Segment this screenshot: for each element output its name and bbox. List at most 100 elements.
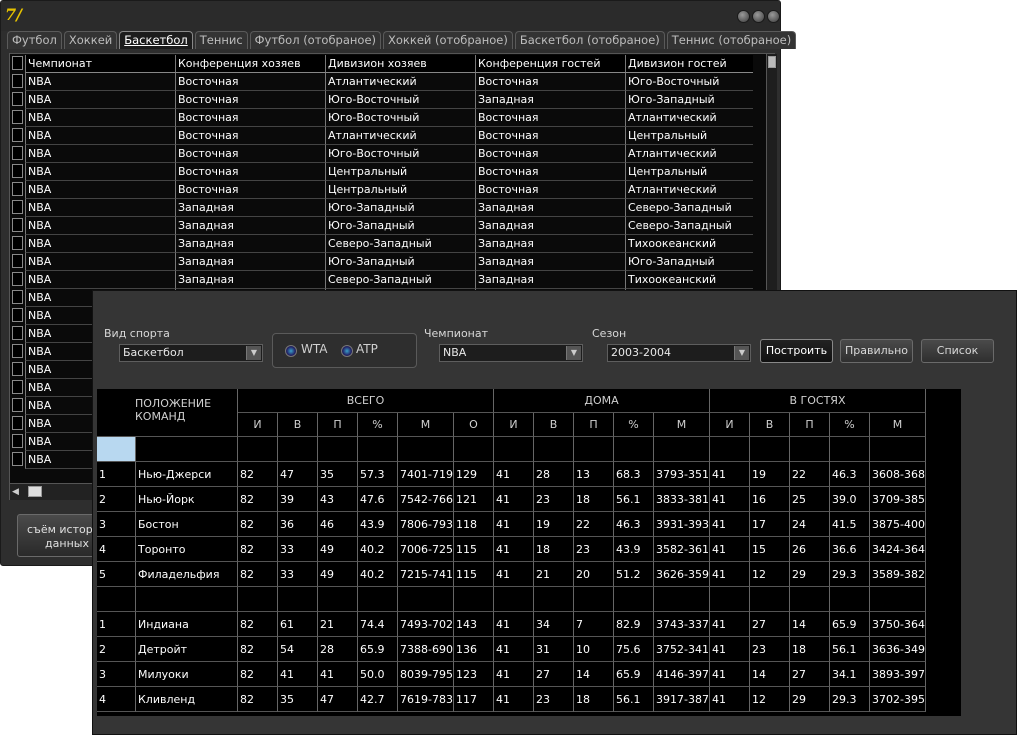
tab-6[interactable]: Баскетбол (отобраное) xyxy=(514,31,665,49)
row-checkbox[interactable] xyxy=(12,164,23,178)
table-cell: 27 xyxy=(750,612,790,637)
table-cell: 26 xyxy=(790,537,830,562)
table-row: NBA Восточная Юго-Восточный Восточная Атлант… xyxy=(10,109,753,127)
table-cell: NBA xyxy=(25,127,175,145)
table-cell: 41 xyxy=(710,612,750,637)
table-cell: NBA xyxy=(25,199,175,217)
tab-1[interactable]: Хоккей xyxy=(63,31,118,49)
group-separator-cell xyxy=(318,437,358,462)
row-checkbox[interactable] xyxy=(12,128,23,142)
wta-radio[interactable] xyxy=(285,345,297,357)
table-cell: 3709-3850 xyxy=(870,487,926,512)
table-cell: 7619-7834 xyxy=(398,687,454,712)
table-row: NBA Восточная Атлантический Восточная Юго-Во… xyxy=(10,73,753,91)
table-cell: NBA xyxy=(25,91,175,109)
row-checkbox[interactable] xyxy=(12,380,23,394)
table-cell: 3931-3935 xyxy=(654,512,710,537)
group-separator-cell xyxy=(750,437,790,462)
tab-0[interactable]: Футбол xyxy=(7,31,62,49)
table-cell: Центральный xyxy=(325,181,475,199)
tour-radio-group: WTA ATP xyxy=(272,333,417,368)
tab-5[interactable]: Хоккей (отобраное) xyxy=(383,31,513,49)
scroll-left-icon[interactable]: ◀ xyxy=(12,487,19,497)
table-cell: 3752-3416 xyxy=(654,637,710,662)
table-cell: NBA xyxy=(25,145,175,163)
maximize-icon[interactable] xyxy=(752,10,765,23)
group-separator-cell xyxy=(136,587,238,612)
row-checkbox[interactable] xyxy=(12,146,23,160)
selected-cell[interactable] xyxy=(97,437,136,462)
table-cell: 4 xyxy=(97,687,136,712)
scroll-thumb[interactable] xyxy=(28,486,42,497)
chevron-down-icon[interactable]: ▼ xyxy=(734,346,749,360)
row-checkbox[interactable] xyxy=(12,236,23,250)
row-checkbox[interactable] xyxy=(12,398,23,412)
table-cell: Восточная xyxy=(175,127,325,145)
row-checkbox[interactable] xyxy=(12,200,23,214)
scroll-up-icon[interactable] xyxy=(768,56,776,68)
row-checkbox[interactable] xyxy=(12,416,23,430)
table-cell: 3636-3493 xyxy=(870,637,926,662)
table-cell: Юго-Восточный xyxy=(325,145,475,163)
build-button[interactable]: Построить xyxy=(760,339,833,363)
table-cell: Восточная xyxy=(175,73,325,91)
list-button[interactable]: Список xyxy=(921,339,994,363)
table-cell: 28 xyxy=(318,637,358,662)
row-checkbox[interactable] xyxy=(12,344,23,358)
correct-button[interactable]: Правильно xyxy=(840,339,913,363)
table-cell: Западная xyxy=(175,271,325,289)
championship-label: Чемпионат xyxy=(424,327,489,340)
row-checkbox[interactable] xyxy=(12,326,23,340)
table-cell: 12 xyxy=(750,562,790,587)
minimize-icon[interactable] xyxy=(737,10,750,23)
row-checkbox[interactable] xyxy=(12,182,23,196)
table-cell: 4 xyxy=(97,537,136,562)
table-cell: 3893-3978 xyxy=(870,662,926,687)
row-checkbox[interactable] xyxy=(12,452,23,466)
table-cell: 19 xyxy=(750,462,790,487)
table-cell: 82 xyxy=(238,687,278,712)
table-row: NBA Западная Юго-Западный Западная Северо-За… xyxy=(10,199,753,217)
table-row: NBA Восточная Центральный Восточная Централь… xyxy=(10,163,753,181)
table-cell: 2 xyxy=(97,487,136,512)
championship-select[interactable]: NBA ▼ xyxy=(439,344,583,362)
row-checkbox[interactable] xyxy=(12,110,23,124)
table-cell: 57.3 xyxy=(358,462,398,487)
table-cell: Нью-Джерси xyxy=(136,462,238,487)
row-checkbox[interactable] xyxy=(12,254,23,268)
table-cell: 41 xyxy=(318,662,358,687)
select-all-checkbox[interactable] xyxy=(12,56,23,70)
column-subheader: % xyxy=(358,413,398,437)
chevron-down-icon[interactable]: ▼ xyxy=(566,346,581,360)
group-separator-cell xyxy=(136,437,238,462)
row-checkbox[interactable] xyxy=(12,74,23,88)
row-checkbox[interactable] xyxy=(12,362,23,376)
atp-radio[interactable] xyxy=(341,345,353,357)
tab-3[interactable]: Теннис xyxy=(194,31,248,49)
table-cell: 18 xyxy=(534,537,574,562)
group-separator-cell xyxy=(710,437,750,462)
row-checkbox[interactable] xyxy=(12,290,23,304)
close-icon[interactable] xyxy=(767,10,780,23)
tab-2[interactable]: Баскетбол xyxy=(119,31,193,49)
group-separator-cell xyxy=(454,437,494,462)
sport-select[interactable]: Баскетбол ▼ xyxy=(119,344,263,362)
table-cell: Атлантический xyxy=(325,73,475,91)
row-checkbox[interactable] xyxy=(12,434,23,448)
table-cell: 3793-3510 xyxy=(654,462,710,487)
season-select[interactable]: 2003-2004 ▼ xyxy=(607,344,751,362)
group-separator-cell xyxy=(238,437,278,462)
chevron-down-icon[interactable]: ▼ xyxy=(246,346,261,360)
tab-4[interactable]: Футбол (отобраное) xyxy=(249,31,382,49)
table-cell: 136 xyxy=(454,637,494,662)
row-checkbox[interactable] xyxy=(12,218,23,232)
table-cell: 1 xyxy=(97,462,136,487)
table-row: NBA Западная Юго-Западный Западная Северо-За… xyxy=(10,217,753,235)
row-checkbox[interactable] xyxy=(12,308,23,322)
row-checkbox[interactable] xyxy=(12,272,23,286)
table-cell: 41 xyxy=(494,462,534,487)
row-checkbox[interactable] xyxy=(12,92,23,106)
table-cell: 41 xyxy=(494,487,534,512)
tab-7[interactable]: Теннис (отобраное) xyxy=(666,31,797,49)
table-cell: 46.3 xyxy=(830,462,870,487)
